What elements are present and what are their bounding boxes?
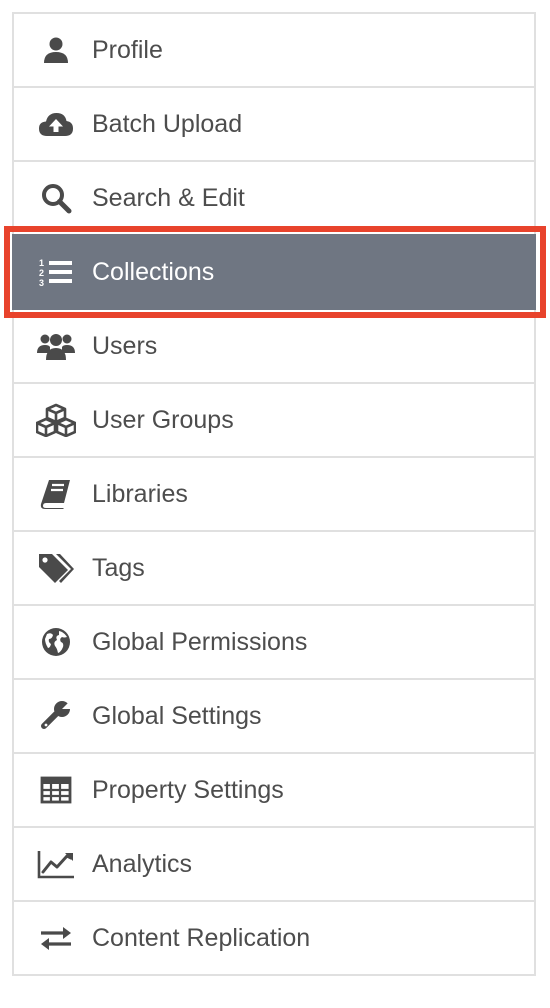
globe-icon xyxy=(36,622,76,662)
nav-item-label: Analytics xyxy=(92,849,193,878)
nav-item-label: Libraries xyxy=(92,479,188,508)
tags-icon xyxy=(36,548,76,588)
nav-item-label: Property Settings xyxy=(92,775,284,804)
nav-item-user-groups[interactable]: User Groups xyxy=(12,382,536,458)
wrench-icon xyxy=(36,696,76,736)
exchange-icon xyxy=(36,918,76,958)
svg-text:2: 2 xyxy=(39,268,44,278)
nav-item-batch-upload[interactable]: Batch Upload xyxy=(12,86,536,162)
nav-item-global-settings[interactable]: Global Settings xyxy=(12,678,536,754)
nav-item-label: Content Replication xyxy=(92,923,311,952)
search-icon xyxy=(36,178,76,218)
nav-item-collections[interactable]: 123 Collections xyxy=(4,226,546,318)
nav-item-label: Batch Upload xyxy=(92,109,243,138)
user-icon xyxy=(36,30,76,70)
svg-text:3: 3 xyxy=(39,278,44,288)
nav-item-tags[interactable]: Tags xyxy=(12,530,536,606)
book-icon xyxy=(36,474,76,514)
nav-item-libraries[interactable]: Libraries xyxy=(12,456,536,532)
line-chart-icon xyxy=(36,844,76,884)
nav-item-label: Global Settings xyxy=(92,701,262,730)
nav-item-label: Users xyxy=(92,331,158,360)
nav-item-label: Profile xyxy=(92,35,163,64)
nav-item-label: User Groups xyxy=(92,405,234,434)
nav-item-global-permissions[interactable]: Global Permissions xyxy=(12,604,536,680)
nav-item-label: Global Permissions xyxy=(92,627,308,656)
table-icon xyxy=(36,770,76,810)
nav-item-property-settings[interactable]: Property Settings xyxy=(12,752,536,828)
nav-item-search-edit[interactable]: Search & Edit xyxy=(12,160,536,236)
nav-item-profile[interactable]: Profile xyxy=(12,12,536,88)
cloud-upload-icon xyxy=(36,104,76,144)
admin-sidebar-nav: Profile Batch Upload Search & Edit 123 C… xyxy=(4,12,546,976)
nav-item-content-replication[interactable]: Content Replication xyxy=(12,900,536,976)
nav-item-label: Collections xyxy=(92,257,215,286)
cubes-icon xyxy=(36,400,76,440)
nav-item-label: Tags xyxy=(92,553,145,582)
ordered-list-icon: 123 xyxy=(36,252,76,292)
nav-item-label: Search & Edit xyxy=(92,183,245,212)
users-icon xyxy=(36,326,76,366)
svg-text:1: 1 xyxy=(39,258,44,268)
nav-item-users[interactable]: Users xyxy=(12,308,536,384)
nav-item-analytics[interactable]: Analytics xyxy=(12,826,536,902)
